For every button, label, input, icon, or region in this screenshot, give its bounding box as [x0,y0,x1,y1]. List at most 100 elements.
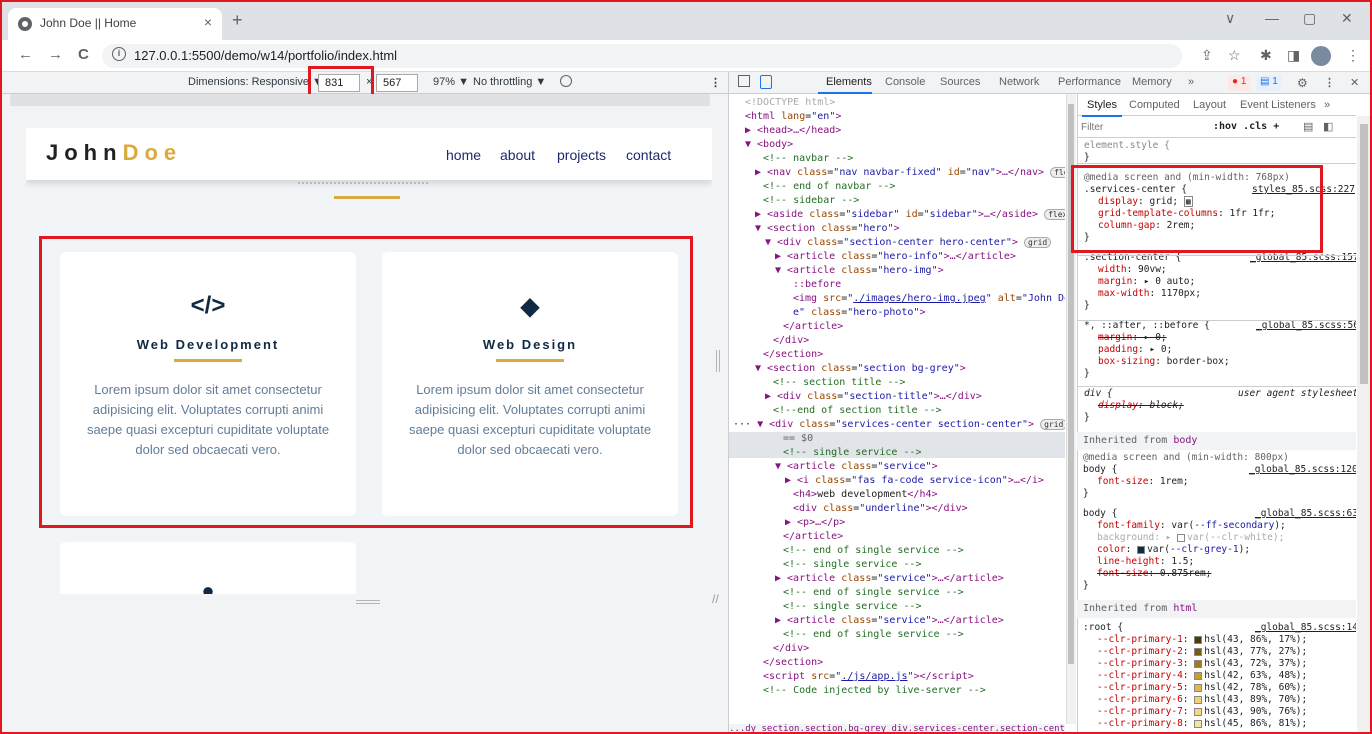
browser-tab[interactable]: John Doe || Home × [8,8,222,40]
css-declaration[interactable]: margin: ▸ 0 auto; [1098,276,1195,288]
css-declaration[interactable]: box-sizing: border-box; [1098,356,1230,368]
rule-element-style[interactable]: element.style { [1084,140,1170,152]
tree-line[interactable]: ▶ <article class="hero-info">…</article> [775,250,1016,264]
tree-line[interactable]: ▼ <body> [745,138,793,152]
tree-line[interactable]: ▶ <p>…</p> [785,516,845,530]
side-panel-icon[interactable]: ◨ [1287,47,1300,64]
tree-line[interactable]: </article> [783,320,843,334]
css-declaration[interactable]: --clr-primary-6: hsl(43, 89%, 70%); [1097,694,1307,706]
tree-line[interactable]: ▶ <div class="section-title">…</div> [765,390,982,404]
bookmark-star-icon[interactable]: ☆ [1228,47,1241,64]
minimize-icon[interactable]: — [1265,10,1279,26]
rule-selector[interactable]: :root { [1083,622,1123,634]
device-toggle-icon[interactable] [760,75,772,89]
device-more-icon[interactable]: ⋮ [710,76,721,89]
tree-line[interactable]: </section> [763,656,823,670]
tree-line[interactable]: <html lang="en"> [745,110,841,124]
tree-line[interactable]: ▶ <head>…</head> [745,124,841,138]
rule-selector[interactable]: *, ::after, ::before { [1084,320,1210,332]
tree-line[interactable]: <!--end of section title --> [773,404,942,418]
tree-line[interactable]: ▼ <article class="hero-img"> [775,264,944,278]
tree-line[interactable]: <!-- end of single service --> [783,586,964,600]
tree-line[interactable]: ▶ <aside class="sidebar" id="sidebar">…<… [755,208,1065,222]
css-declaration-overridden[interactable]: font-size: 0.875rem; [1097,568,1211,580]
css-declaration[interactable]: --clr-primary-4: hsl(42, 63%, 48%); [1097,670,1307,682]
resize-handle-corner[interactable]: // [712,592,719,606]
tree-line[interactable]: <!-- end of single service --> [783,628,964,642]
resize-handle-bottom[interactable] [356,600,380,604]
css-declaration[interactable]: --clr-primary-7: hsl(43, 90%, 76%); [1097,706,1307,718]
browser-menu-icon[interactable]: ⋮ [1346,47,1360,64]
css-declaration-overridden[interactable]: display: block; [1098,400,1184,412]
tree-line[interactable]: ▼ <section class="section bg-grey"> [755,362,966,376]
tree-line[interactable]: <!DOCTYPE html> [745,96,835,110]
tree-line[interactable]: ::before [793,278,841,292]
nav-contact[interactable]: contact [626,147,671,163]
profile-avatar[interactable] [1311,46,1331,66]
new-tab-button[interactable]: + [232,11,243,29]
tab-network[interactable]: Network [999,76,1039,88]
rule-selector[interactable]: body { [1083,464,1117,476]
tree-line[interactable]: </section> [763,348,823,362]
tree-line[interactable]: ▼ <section class="hero"> [755,222,900,236]
tab-search-icon[interactable]: ∨ [1225,10,1235,27]
tree-line[interactable]: <!-- single service --> [783,446,921,460]
css-declaration[interactable]: color: var(--clr-grey-1); [1097,544,1250,556]
css-declaration[interactable]: --clr-primary-2: hsl(43, 77%, 27%); [1097,646,1307,658]
css-declaration[interactable]: max-width: 1170px; [1098,288,1201,300]
throttling-select[interactable]: No throttling ▼ [473,76,546,88]
tab-sources[interactable]: Sources [940,76,980,88]
site-logo[interactable]: JohnDoe [46,140,182,166]
css-declaration[interactable]: --clr-primary-5: hsl(42, 78%, 60%); [1097,682,1307,694]
rule-source-link[interactable]: _global_85.scss:63 [1255,508,1356,520]
css-declaration[interactable]: font-family: var(--ff-secondary); [1097,520,1286,532]
nav-home[interactable]: home [446,147,481,163]
devtools-more-icon[interactable]: ⋮ [1324,76,1335,89]
tree-line[interactable]: </article> [783,530,843,544]
tree-line[interactable]: <!-- section title --> [773,376,905,390]
extensions-icon[interactable]: ✱ [1260,47,1272,64]
devtools-close-icon[interactable]: ✕ [1350,76,1359,89]
css-declaration[interactable]: padding: ▸ 0; [1098,344,1172,356]
rule-source-link[interactable]: _global_85.scss:157 [1250,252,1356,264]
rule-selector[interactable]: div { [1084,388,1113,400]
tree-line[interactable]: ▼ <div class="section-center hero-center… [765,236,1052,250]
inherited-element[interactable]: body [1173,435,1197,446]
tab-performance[interactable]: Performance [1058,76,1121,88]
tree-line[interactable]: ▶ <article class="service">…</article> [775,572,1004,586]
tree-line[interactable]: <!-- sidebar --> [763,194,859,208]
tree-line[interactable]: <h4>web development</h4> [793,488,938,502]
back-icon[interactable]: ← [18,46,33,63]
nav-projects[interactable]: projects [557,147,606,163]
forward-icon[interactable]: → [48,46,63,63]
rule-source-link[interactable]: _global_85.scss:120 [1249,464,1356,476]
css-declaration[interactable]: --clr-primary-3: hsl(43, 72%, 37%); [1097,658,1307,670]
tree-line[interactable]: ▼ <article class="service"> [775,460,938,474]
resize-handle-right[interactable] [716,350,720,372]
address-bar[interactable]: i 127.0.0.1:5500/demo/w14/portfolio/inde… [102,44,1182,68]
css-declaration-overridden[interactable]: margin: ▸ 0; [1098,332,1167,344]
css-declaration-inactive[interactable]: background: ▸ var(--clr-white); [1097,532,1284,544]
inspect-icon[interactable] [738,75,750,87]
css-declaration[interactable]: line-height: 1.5; [1097,556,1194,568]
message-count-badge[interactable]: ▤ 1 [1256,75,1282,91]
maximize-icon[interactable]: ▢ [1303,10,1316,27]
window-close-icon[interactable]: ✕ [1341,10,1353,27]
tree-line[interactable]: <!-- end of single service --> [783,544,964,558]
zoom-select[interactable]: 97% ▼ [433,76,469,88]
dimensions-select[interactable]: Dimensions: Responsive ▼ [188,76,323,88]
rule-source-link[interactable]: _global_85.scss:14 [1255,622,1356,634]
share-icon[interactable]: ⇪ [1201,47,1213,64]
tree-line[interactable]: <!-- single service --> [783,558,921,572]
reload-icon[interactable]: C [78,46,89,63]
tab-console[interactable]: Console [885,76,925,88]
rule-source-link[interactable]: _global_85.scss:56 [1256,320,1356,332]
info-icon[interactable]: i [112,47,126,61]
css-declaration[interactable]: font-size: 1rem; [1097,476,1189,488]
inherited-element[interactable]: html [1173,603,1197,614]
tree-line-selected[interactable]: ··· ▼ <div class="services-center sectio… [733,418,1065,432]
css-declaration[interactable]: --clr-primary-8: hsl(45, 86%, 81%); [1097,718,1307,730]
tree-line[interactable]: <!-- single service --> [783,600,921,614]
tree-line[interactable]: <div class="underline"></div> [793,502,968,516]
rotate-icon[interactable] [560,75,572,87]
